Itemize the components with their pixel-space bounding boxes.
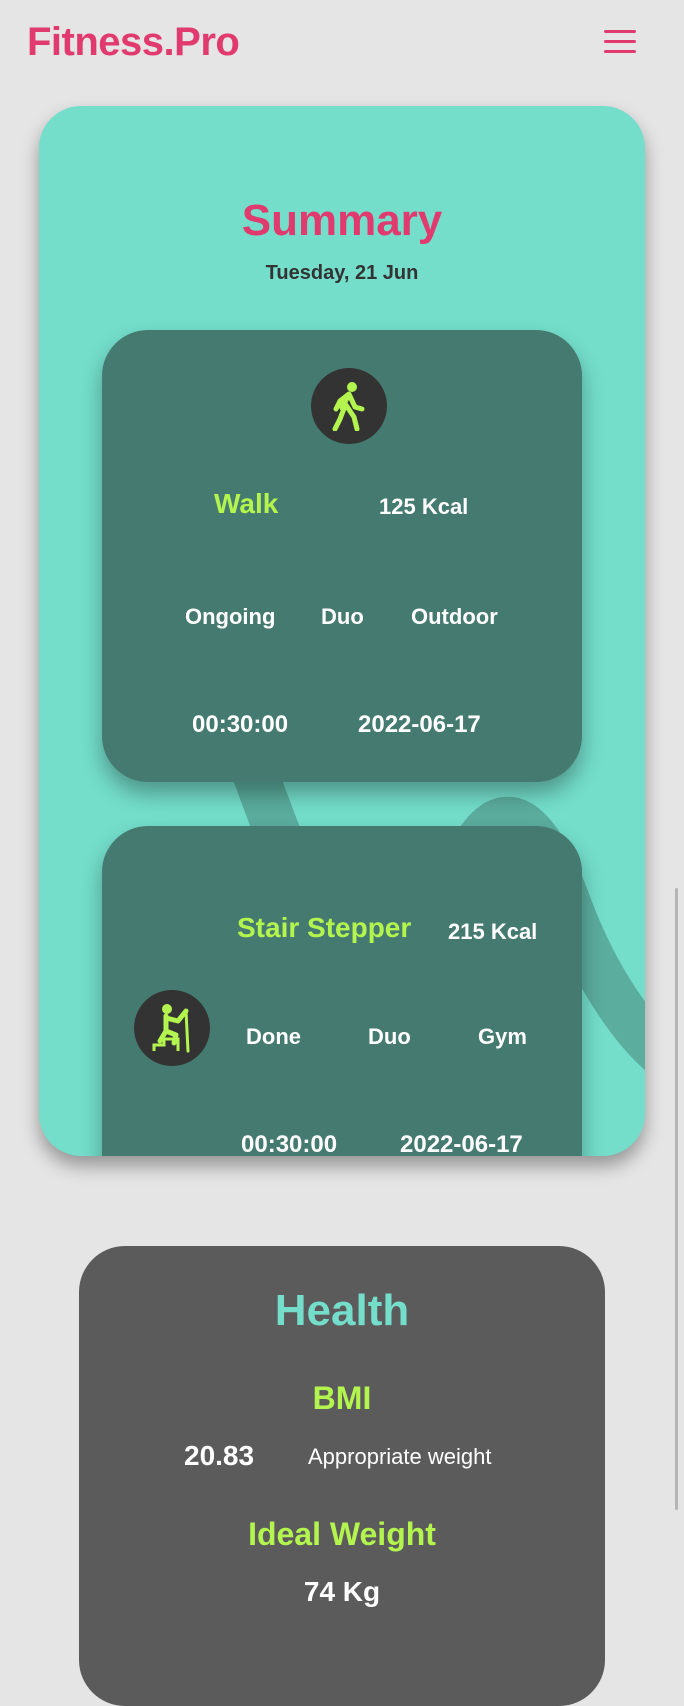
ideal-weight-value: 74 Kg — [303, 1576, 381, 1607]
health-card: Health BMI 20.83 Appropriate weight Idea… — [79, 1246, 605, 1706]
summary-title: Summary — [241, 196, 443, 245]
bmi-status: Appropriate weight — [308, 1444, 492, 1469]
activity-status: Done — [246, 1024, 301, 1049]
activity-card-walk[interactable]: Walk 125 Kcal Ongoing Duo Outdoor 00:30:… — [102, 330, 582, 782]
bmi-value: 20.83 — [184, 1440, 255, 1471]
activity-location: Gym — [478, 1024, 527, 1049]
summary-panel: Summary Tuesday, 21 Jun Walk 125 Kcal On… — [39, 106, 645, 1156]
stair-stepper-icon — [134, 990, 210, 1066]
page-scrollbar[interactable] — [675, 888, 678, 1510]
activity-date: 2022-06-17 — [400, 1131, 523, 1156]
activity-duration: 00:30:00 — [241, 1131, 338, 1156]
health-title: Health — [274, 1286, 410, 1335]
activity-name: Walk — [214, 488, 279, 519]
top-navbar: Fitness.Pro — [0, 0, 684, 92]
hamburger-menu-icon[interactable] — [604, 30, 636, 58]
summary-date: Tuesday, 21 Jun — [265, 262, 419, 284]
bmi-label: BMI — [312, 1380, 372, 1416]
ideal-weight-label: Ideal Weight — [248, 1516, 436, 1552]
brand-logo[interactable]: Fitness.Pro — [27, 20, 240, 65]
activity-kcal: 215 Kcal — [448, 919, 538, 944]
activity-mode: Duo — [321, 604, 364, 629]
activity-name: Stair Stepper — [237, 912, 412, 943]
activity-kcal: 125 Kcal — [379, 494, 469, 519]
activity-duration: 00:30:00 — [192, 711, 289, 738]
activity-date: 2022-06-17 — [358, 711, 481, 738]
activity-status: Ongoing — [185, 604, 276, 629]
activity-location: Outdoor — [411, 604, 498, 629]
activity-card-stair-stepper[interactable]: Stair Stepper 215 Kcal Done Duo Gym 00:3… — [102, 826, 582, 1156]
walk-icon — [311, 368, 387, 444]
activity-mode: Duo — [368, 1024, 411, 1049]
